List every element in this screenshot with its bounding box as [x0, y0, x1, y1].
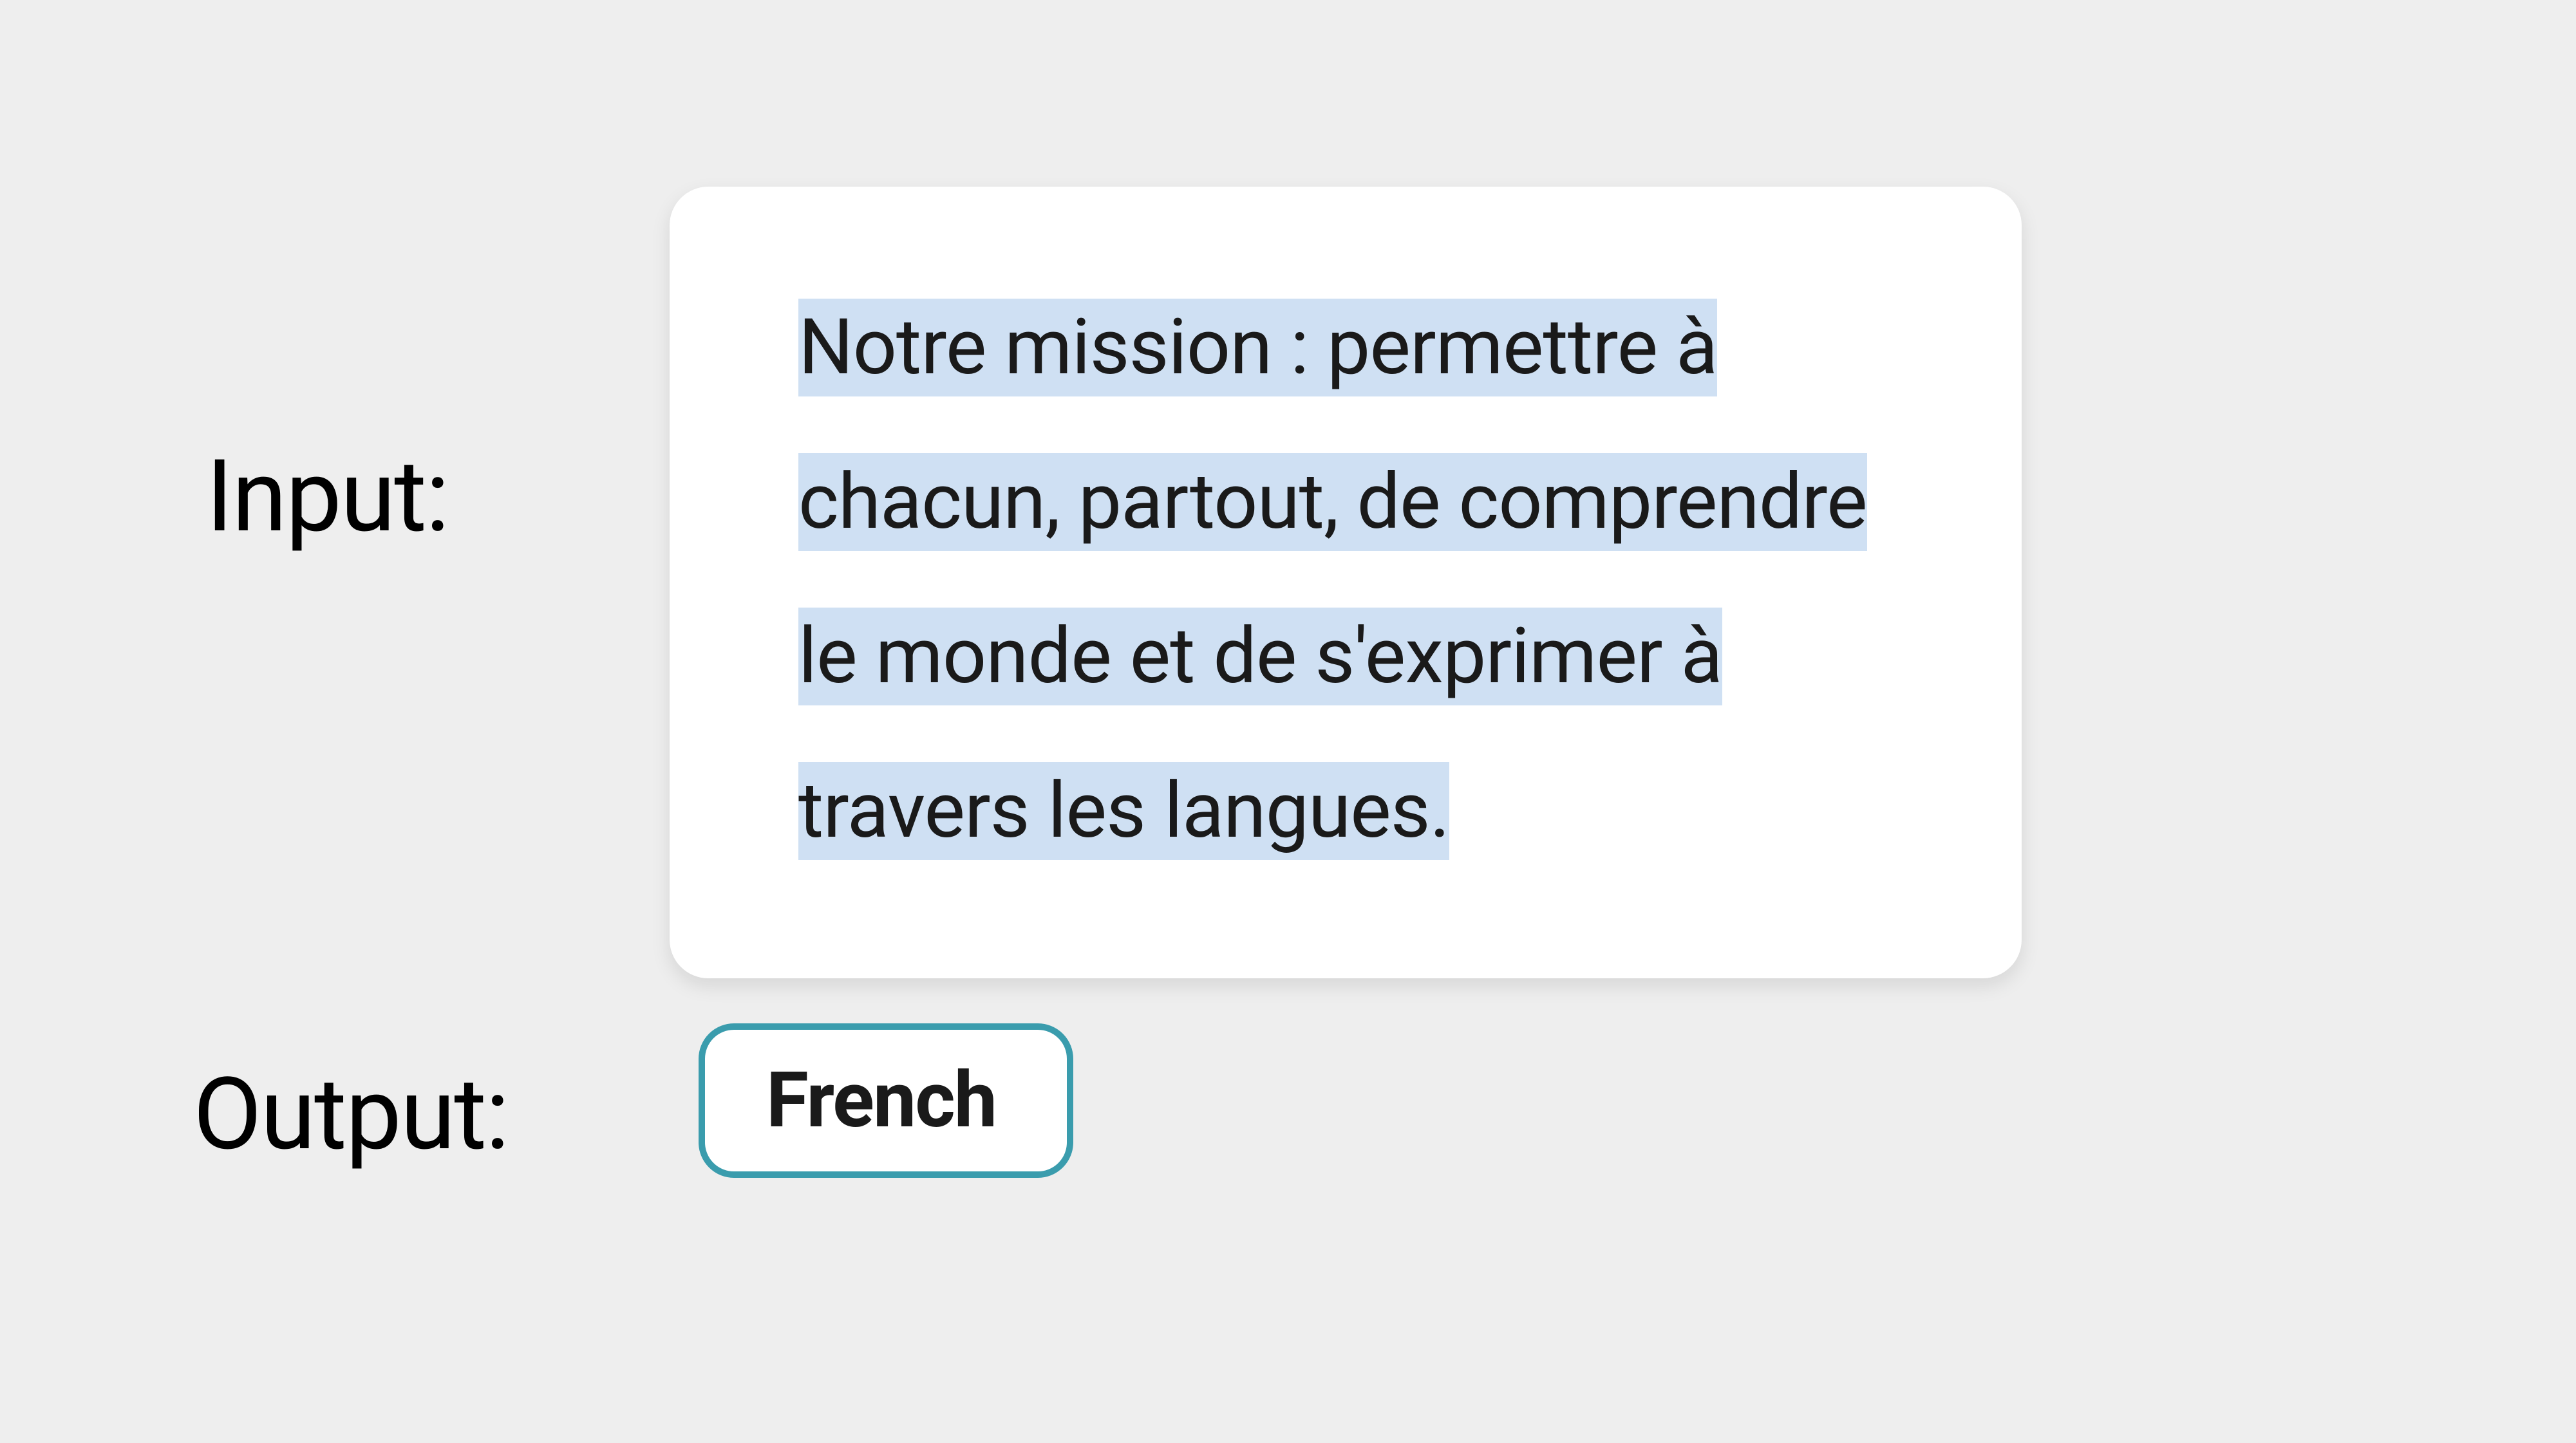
output-chip: French: [699, 1023, 1073, 1178]
input-label: Input:: [206, 438, 448, 555]
output-label: Output:: [193, 1056, 509, 1173]
output-value: French: [766, 1056, 996, 1146]
input-card: Notre mission : permettre à chacun, part…: [670, 187, 2022, 978]
diagram-container: Input: Notre mission : permettre à chacu…: [0, 0, 2576, 1443]
input-text-highlighted: Notre mission : permettre à chacun, part…: [798, 299, 1867, 860]
input-text-block: Notre mission : permettre à chacun, part…: [798, 270, 1906, 888]
